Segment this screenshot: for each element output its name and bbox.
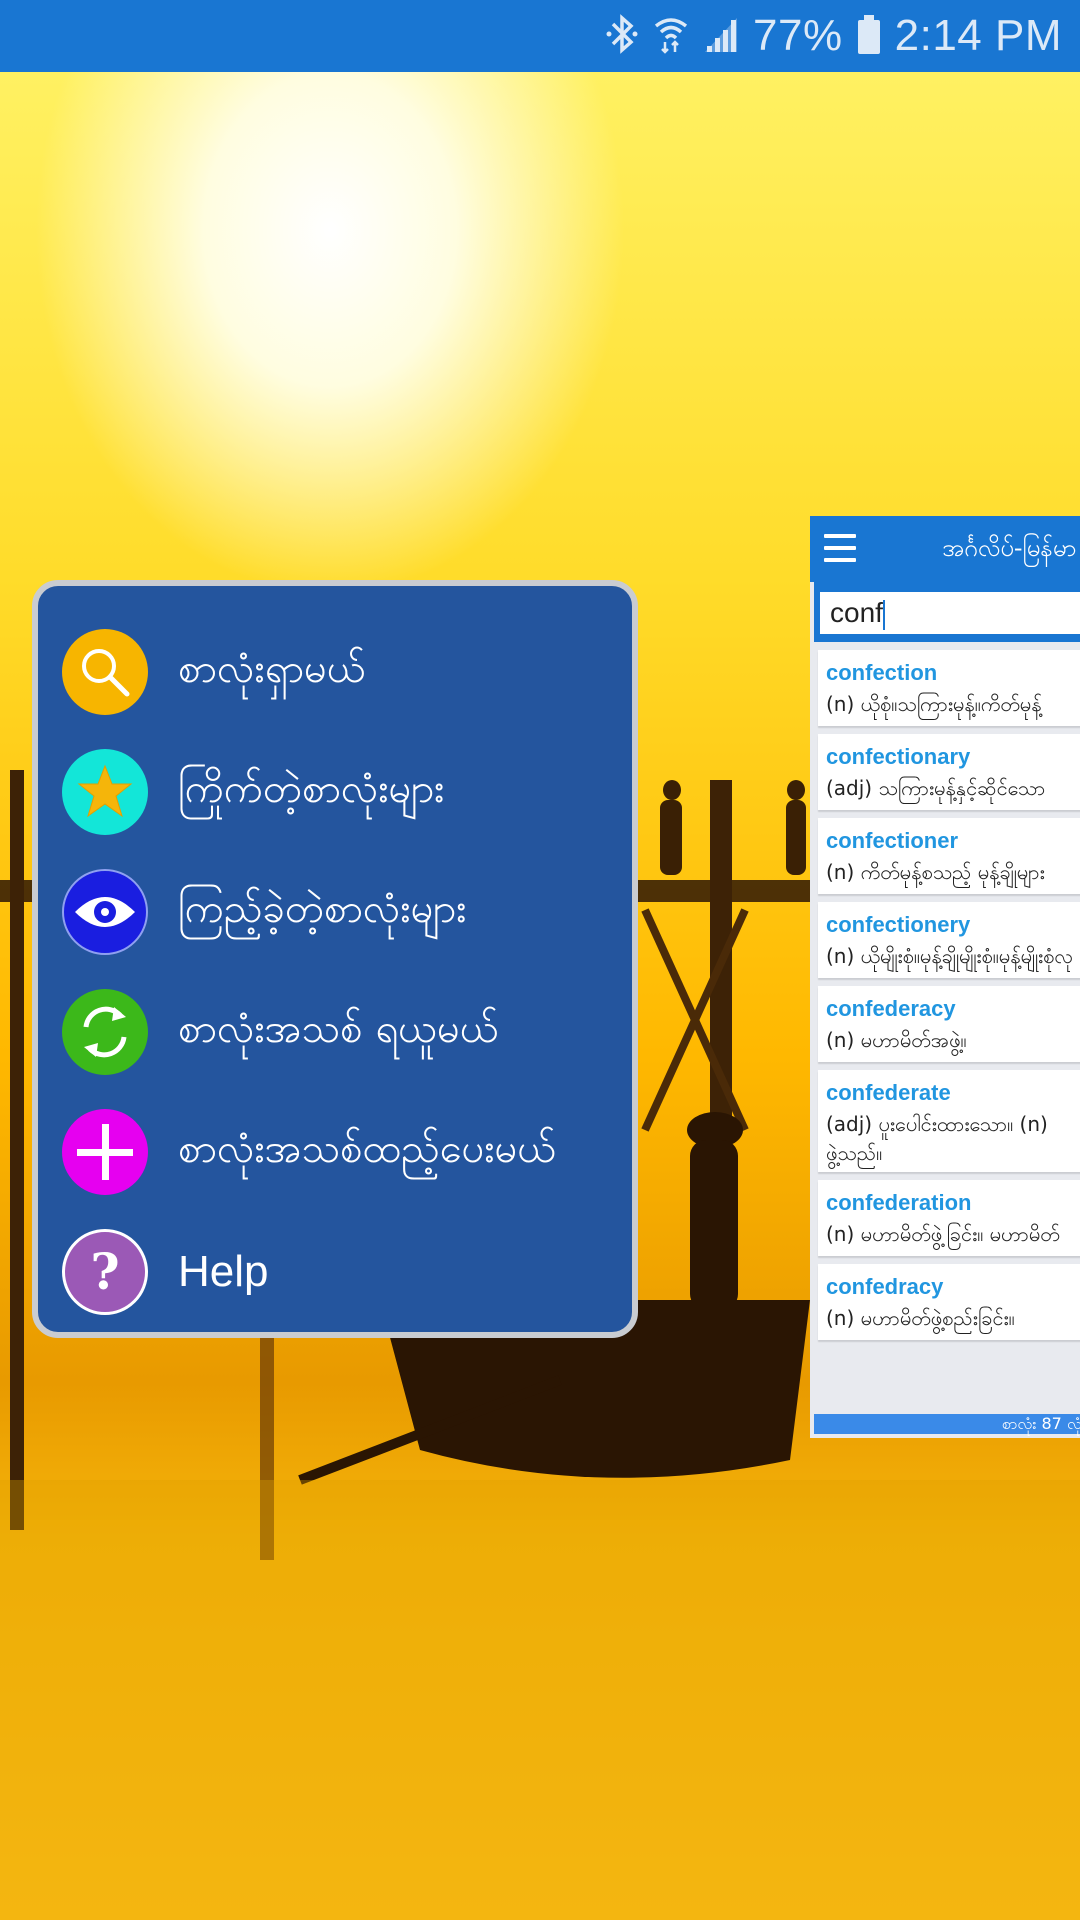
battery-percent: 77% (753, 11, 843, 60)
wifi-icon (653, 14, 689, 58)
battery-icon (857, 13, 881, 59)
entry-word: confedracy (826, 1274, 944, 1299)
list-item[interactable]: confederacy (n) မဟာမိတ်အဖွဲ့။ (818, 986, 1080, 1062)
entry-definition: (n) မဟာမိတ်ဖွဲ့ခြင်း။ မဟာမိတ် (826, 1222, 1060, 1246)
signal-icon (703, 14, 739, 58)
menu-label: ကြည့်ခဲ့တဲ့စာလုံးများ (178, 885, 467, 932)
word-count-footer: စာလုံး 87 လုံး (814, 1414, 1080, 1434)
entry-definition: (n) မဟာမိတ်အဖွဲ့။ (826, 1028, 967, 1052)
star-icon (62, 749, 148, 835)
dictionary-preview-panel: အင်္ဂလိပ်-မြန်မာ conf confection (n) ယို… (810, 516, 1080, 1438)
search-icon (62, 629, 148, 715)
list-item[interactable]: confectionary (adj) သကြားမုန့်နှင့်ဆိုင်… (818, 734, 1080, 810)
entry-word: confectionery (826, 912, 971, 937)
menu-item-favorites[interactable]: ကြိုက်တဲ့စာလုံးများ (62, 742, 622, 842)
entry-definition: (adj) ပူးပေါင်းထားသော။ (n) (826, 1112, 1048, 1136)
list-item[interactable]: confederate (adj) ပူးပေါင်းထားသော။ (n) ဖ… (818, 1070, 1080, 1172)
help-icon: ? (62, 1229, 148, 1315)
list-item[interactable]: confectionery (n) ယိုမျိုးစုံ။မုန့်ချိုမ… (818, 902, 1080, 978)
menu-item-help[interactable]: ? Help (62, 1222, 622, 1322)
eye-icon (62, 869, 148, 955)
list-item[interactable]: confection (n) ယိုစုံ။သကြားမုန့်။ကိတ်မုန… (818, 650, 1080, 726)
menu-item-add-word[interactable]: စာလုံးအသစ်ထည့်ပေးမယ် (62, 1102, 622, 1202)
entry-word: confederacy (826, 996, 956, 1021)
menu-item-search[interactable]: စာလုံးရှာမယ် (62, 622, 622, 722)
menu-label: ကြိုက်တဲ့စာလုံးများ (178, 765, 445, 812)
entry-word: confederate (826, 1080, 951, 1105)
menu-label: စာလုံးအသစ် ရယူမယ် (178, 1005, 499, 1052)
list-item[interactable]: confectioner (n) ကိတ်မုန့်စသည့် မုန့်ချိ… (818, 818, 1080, 894)
menu-item-update-words[interactable]: စာလုံးအသစ် ရယူမယ် (62, 982, 622, 1082)
menu-label: စာလုံးအသစ်ထည့်ပေးမယ် (178, 1125, 557, 1172)
text-caret (882, 599, 885, 630)
menu-item-history[interactable]: ကြည့်ခဲ့တဲ့စာလုံးများ (62, 862, 622, 962)
entry-definition: (n) ယိုမျိုးစုံ။မုန့်ချိုမျိုးစုံ။မုန့်မ… (826, 944, 1074, 968)
entry-definition: (adj) သကြားမုန့်နှင့်ဆိုင်သော (826, 776, 1046, 800)
entry-word: confection (826, 660, 938, 685)
entry-word: confectioner (826, 828, 959, 853)
app-header: အင်္ဂလိပ်-မြန်မာ (810, 516, 1080, 582)
app-title: အင်္ဂလိပ်-မြန်မာ (942, 534, 1077, 562)
entry-definition: (n) မဟာမိတ်ဖွဲ့စည်းခြင်း။ (826, 1306, 1015, 1330)
status-bar: 77% 2:14 PM (0, 0, 1080, 72)
refresh-icon (62, 989, 148, 1075)
bluetooth-icon (605, 14, 639, 58)
menu-label: စာလုံးရှာမယ် (178, 645, 366, 692)
entry-definition-cont: ဖွဲ့သည်။ (826, 1141, 883, 1165)
list-item[interactable]: confedracy (n) မဟာမိတ်ဖွဲ့စည်းခြင်း။ (818, 1264, 1080, 1340)
main-menu-card: စာလုံးရှာမယ် ကြိုက်တဲ့စာလုံးများ ကြည့်ခဲ… (32, 580, 638, 1338)
entry-word: confederation (826, 1190, 972, 1215)
plus-icon (62, 1109, 148, 1195)
entry-word: confectionary (826, 744, 971, 769)
entry-definition: (n) ကိတ်မုန့်စသည့် မုန့်ချိုများ (826, 860, 1045, 884)
search-input[interactable]: conf (820, 592, 1080, 634)
results-list[interactable]: confection (n) ယိုစုံ။သကြားမုန့်။ကိတ်မုန… (818, 650, 1080, 1348)
menu-label: Help (178, 1247, 269, 1296)
clock: 2:14 PM (894, 11, 1062, 60)
search-bar: conf (814, 582, 1080, 642)
list-item[interactable]: confederation (n) မဟာမိတ်ဖွဲ့ခြင်း။ မဟာမ… (818, 1180, 1080, 1256)
entry-definition: (n) ယိုစုံ။သကြားမုန့်။ကိတ်မုန့် (826, 692, 1042, 716)
hamburger-menu-icon[interactable] (824, 534, 856, 564)
